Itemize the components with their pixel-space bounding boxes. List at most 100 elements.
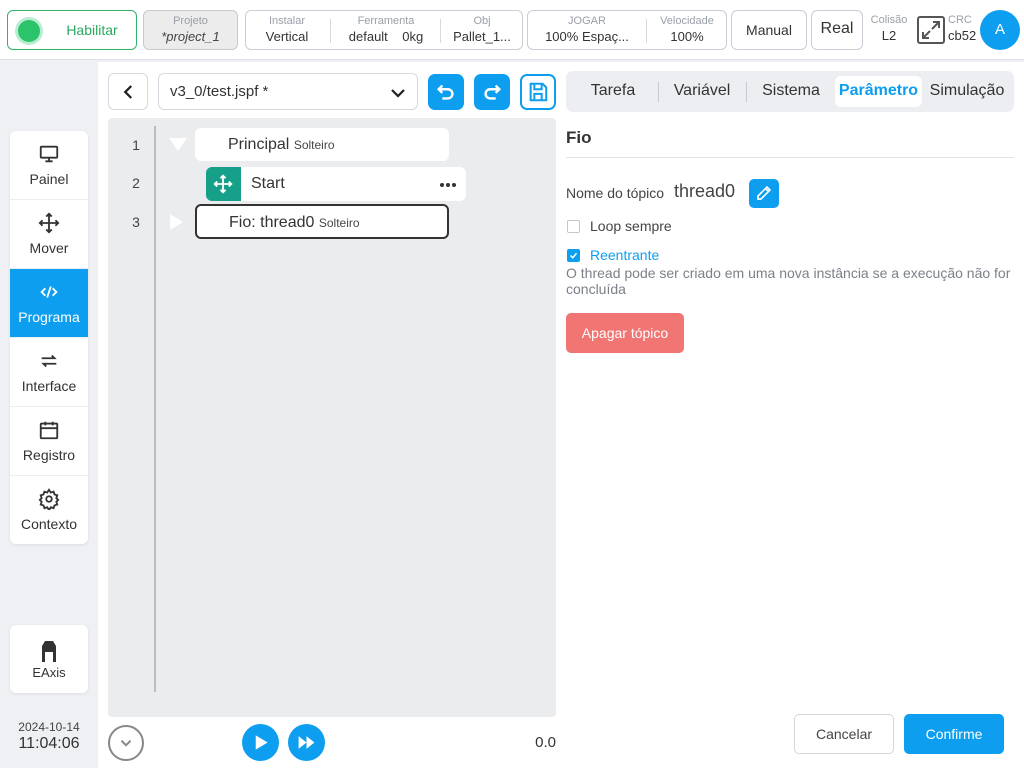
cancel-button[interactable]: Cancelar	[794, 714, 894, 754]
tree-node-main[interactable]: Principal Solteiro	[195, 128, 449, 161]
topic-name-value: thread0	[674, 181, 736, 201]
line-number: 2	[132, 175, 140, 191]
code-icon	[40, 286, 58, 298]
install-value: Vertical	[265, 29, 309, 44]
loop-always-label: Loop sempre	[590, 218, 672, 234]
delete-topic-button[interactable]: Apagar tópico	[566, 313, 684, 353]
fast-forward-button[interactable]	[288, 724, 325, 761]
sidebar-item-contexto[interactable]: Contexto	[10, 476, 88, 544]
obj-cell: Obj Pallet_1...	[442, 14, 522, 46]
save-button[interactable]	[520, 74, 556, 110]
jog-key: JOGAR	[568, 15, 606, 27]
node-label: Principal Solteiro	[228, 136, 335, 154]
sidebar-item-label: Programa	[18, 309, 80, 325]
divider	[330, 19, 331, 43]
back-button[interactable]	[108, 73, 148, 110]
edit-icon	[757, 185, 772, 200]
sidebar-nav: Painel Mover Programa Interface Registro…	[10, 131, 88, 544]
confirm-button[interactable]: Confirme	[904, 714, 1004, 754]
undo-icon	[436, 84, 454, 100]
reentrant-checkbox[interactable]	[567, 249, 580, 262]
play-button[interactable]	[242, 724, 279, 761]
collision-value: L2	[881, 28, 897, 43]
manual-mode-button[interactable]: Manual	[731, 10, 807, 50]
tab-sistema[interactable]: Sistema	[752, 82, 830, 100]
monitor-icon	[39, 145, 59, 163]
loop-always-checkbox[interactable]	[567, 220, 580, 233]
topic-name-label: Nome do tópico	[566, 185, 665, 201]
swap-icon	[41, 354, 57, 368]
install-cell: Instalar Vertical	[246, 14, 328, 46]
reentrant-hint: O thread pode ser criado em uma nova ins…	[566, 265, 1011, 297]
fast-forward-icon	[298, 736, 315, 749]
tab-simulacao[interactable]: Simulação	[926, 82, 1008, 100]
speed-cell: Velocidade 100%	[648, 14, 726, 46]
expand-triangle-icon[interactable]	[170, 214, 183, 230]
install-tool-obj-box[interactable]: Instalar Vertical Ferramenta default 0kg…	[245, 10, 523, 50]
sidebar-item-programa[interactable]: Programa	[10, 269, 88, 338]
more-icon[interactable]	[438, 171, 458, 197]
real-label: Real	[820, 20, 854, 37]
project-value: *project_1	[161, 29, 220, 44]
panel-divider	[566, 157, 1014, 158]
save-icon	[529, 82, 548, 102]
calendar-icon	[39, 421, 59, 440]
file-select[interactable]: v3_0/test.jspf *	[158, 73, 418, 110]
speed-value: 100%	[670, 29, 704, 44]
line-number: 3	[132, 214, 140, 230]
sidebar-item-mover[interactable]: Mover	[10, 200, 88, 269]
dot	[452, 183, 456, 187]
edit-topic-button[interactable]	[749, 179, 779, 208]
redo-button[interactable]	[474, 74, 510, 110]
collision-key: Colisão	[870, 14, 908, 26]
collapse-triangle-icon[interactable]	[169, 138, 187, 151]
clock-time: 11:04:06	[18, 735, 80, 752]
node-title: Fio: thread0	[229, 214, 315, 231]
sidebar-item-label: Painel	[29, 171, 69, 187]
top-bar: Habilitar Projeto *project_1 Instalar Ve…	[0, 0, 1024, 60]
dot	[446, 183, 450, 187]
eaxis-button[interactable]: EAxis	[10, 625, 88, 693]
jog-speed-box[interactable]: JOGAR 100% Espaç... Velocidade 100%	[527, 10, 727, 50]
run-speed-value: 0.0	[535, 734, 556, 751]
enable-label: Habilitar	[66, 22, 118, 38]
divider	[440, 19, 441, 43]
tab-variavel[interactable]: Variável	[664, 82, 740, 100]
obj-value: Pallet_1...	[453, 29, 511, 44]
tab-divider	[746, 82, 747, 102]
collapse-all-button[interactable]	[108, 725, 144, 761]
enable-status-icon	[18, 20, 40, 42]
user-avatar[interactable]: A	[980, 10, 1020, 50]
line-number: 1	[132, 137, 140, 153]
expand-icon[interactable]	[917, 16, 945, 44]
panel-title: Fio	[566, 128, 592, 147]
tab-tarefa[interactable]: Tarefa	[580, 82, 646, 100]
obj-key: Obj	[473, 15, 491, 27]
enable-button[interactable]: Habilitar	[7, 10, 137, 50]
tab-parametro[interactable]: Parâmetro	[835, 82, 922, 100]
node-label: Fio: thread0 Solteiro	[229, 214, 360, 232]
tree-node-thread[interactable]: Fio: thread0 Solteiro	[195, 204, 449, 239]
jog-value: 100% Espaç...	[545, 29, 629, 44]
sidebar-item-painel[interactable]: Painel	[10, 131, 88, 200]
gear-icon	[38, 488, 60, 510]
tab-divider	[658, 82, 659, 102]
clock: 2024-10-14 11:04:06	[8, 720, 90, 754]
divider	[646, 19, 647, 43]
sidebar-item-interface[interactable]: Interface	[10, 338, 88, 407]
tree-node-start[interactable]: Start	[206, 167, 466, 201]
node-title: Start	[251, 175, 285, 192]
eaxis-icon	[42, 641, 56, 662]
install-key: Instalar	[268, 15, 306, 27]
clock-date: 2024-10-14	[18, 720, 80, 734]
real-mode-button[interactable]: Real	[811, 10, 863, 50]
tool-name: default	[348, 29, 388, 44]
collision-indicator[interactable]: Colisão L2	[868, 13, 910, 45]
undo-button[interactable]	[428, 74, 464, 110]
project-box[interactable]: Projeto *project_1	[143, 10, 238, 50]
crc-key: CRC	[948, 14, 972, 26]
eaxis-label: EAxis	[32, 665, 66, 680]
sidebar-item-registro[interactable]: Registro	[10, 407, 88, 476]
move-icon	[38, 212, 60, 234]
sidebar-item-label: Contexto	[20, 516, 78, 532]
